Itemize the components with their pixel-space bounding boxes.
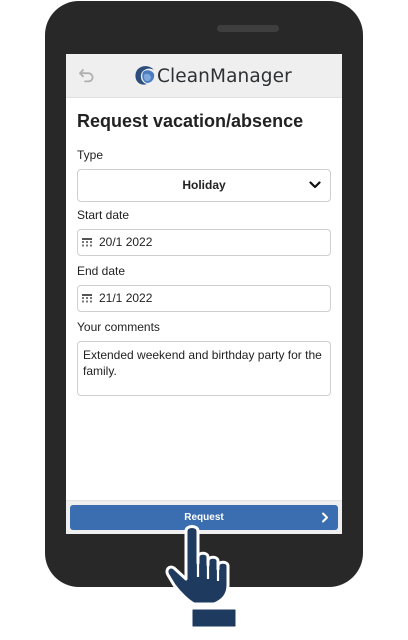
comments-label: Your comments	[77, 320, 160, 334]
logo-text: CleanManager	[157, 65, 292, 87]
calendar-icon	[82, 238, 92, 247]
type-label: Type	[77, 148, 104, 162]
comments-text: Extended weekend and birthday party for …	[83, 348, 322, 378]
form-content: Request vacation/absence Type Holiday St…	[77, 109, 331, 396]
app-screen: CleanManager Request vacation/absence Ty…	[66, 54, 342, 534]
start-date-value: 20/1 2022	[99, 235, 153, 249]
end-date-field[interactable]: 21/1 2022	[77, 285, 331, 312]
calendar-icon	[82, 294, 92, 303]
chevron-down-icon	[309, 181, 321, 189]
type-select-value: Holiday	[182, 178, 226, 192]
start-date-label: Start date	[77, 208, 130, 222]
app-logo: CleanManager	[134, 62, 292, 90]
end-date-label: End date	[77, 264, 126, 278]
undo-arrow-icon[interactable]	[78, 66, 96, 84]
phone-speaker	[217, 25, 279, 32]
app-header: CleanManager	[66, 54, 342, 98]
start-date-field[interactable]: 20/1 2022	[77, 229, 331, 256]
stage: CleanManager Request vacation/absence Ty…	[0, 0, 408, 640]
end-date-value: 21/1 2022	[99, 291, 153, 305]
type-select[interactable]: Holiday	[77, 169, 331, 202]
comments-textarea[interactable]: Extended weekend and birthday party for …	[77, 341, 331, 396]
pointing-hand-icon	[165, 525, 239, 630]
chevron-right-icon	[322, 512, 328, 523]
page-title: Request vacation/absence	[77, 111, 304, 131]
logo-mark-icon	[135, 66, 155, 85]
